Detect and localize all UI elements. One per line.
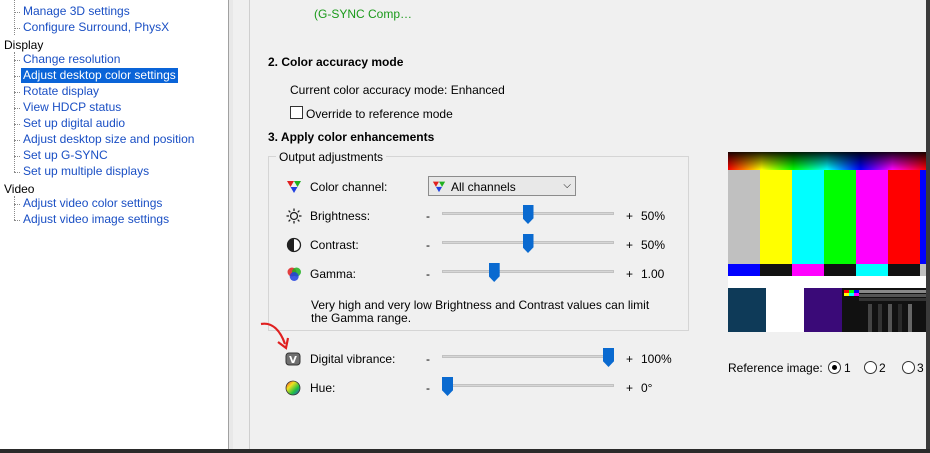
vibrance-value: 100% <box>641 352 672 366</box>
reference-option-1-label[interactable]: 1 <box>844 361 851 375</box>
test-pattern-graphic <box>728 152 926 332</box>
gamma-range-note: Very high and very low Brightness and Co… <box>311 298 650 312</box>
brightness-icon <box>286 208 302 224</box>
tree-connector <box>14 52 15 172</box>
chevron-down-icon: ⌵ <box>563 180 571 191</box>
tree-connector <box>14 220 20 221</box>
output-adjustments-title: Output adjustments <box>276 150 387 164</box>
reference-radio-1[interactable] <box>828 361 841 374</box>
window-edge <box>926 0 930 453</box>
all-channels-icon <box>432 181 446 193</box>
tree-item-change-resolution[interactable]: Change resolution <box>21 52 122 67</box>
section-color-enhancements-title: 3. Apply color enhancements <box>268 130 435 144</box>
tree-item-view-hdcp[interactable]: View HDCP status <box>21 100 123 115</box>
reference-radio-2[interactable] <box>864 361 877 374</box>
svg-text:V: V <box>289 355 297 366</box>
gamma-plus: + <box>626 267 634 281</box>
section-color-accuracy-title: 2. Color accuracy mode <box>268 55 404 69</box>
vibrance-plus: + <box>626 352 634 366</box>
tree-group-display[interactable]: Display <box>4 38 43 52</box>
tree-connector <box>14 196 15 220</box>
contrast-value: 50% <box>641 238 666 252</box>
vibrance-slider-track[interactable] <box>442 355 614 358</box>
tree-item-manage-3d[interactable]: Manage 3D settings <box>21 4 132 19</box>
hue-label: Hue: <box>310 381 336 395</box>
reference-option-2-label[interactable]: 2 <box>879 361 886 375</box>
tree-scrollbar[interactable] <box>233 0 250 453</box>
current-accuracy-mode: Current color accuracy mode: Enhanced <box>290 83 505 97</box>
brightness-minus: - <box>426 209 430 223</box>
color-channel-value: All channels <box>451 180 516 194</box>
tree-connector <box>14 172 20 173</box>
tree-connector <box>14 12 20 13</box>
gamma-range-note-line2: the Gamma range. <box>311 311 412 325</box>
tree-connector <box>14 124 20 125</box>
brightness-plus: + <box>626 209 634 223</box>
hue-icon <box>285 380 301 396</box>
vibrance-minus: - <box>426 352 430 366</box>
tree-connector <box>14 0 15 35</box>
brightness-label: Brightness: <box>310 209 371 223</box>
color-channel-label: Color channel: <box>310 180 388 194</box>
gamma-minus: - <box>426 267 430 281</box>
brightness-value: 50% <box>641 209 666 223</box>
tree-item-digital-audio[interactable]: Set up digital audio <box>21 116 127 131</box>
override-reference-checkbox[interactable] <box>290 106 303 119</box>
color-test-pattern <box>728 152 926 332</box>
contrast-label: Contrast: <box>310 238 359 252</box>
tree-item-gsync[interactable]: Set up G-SYNC <box>21 148 110 163</box>
contrast-plus: + <box>626 238 634 252</box>
hue-minus: - <box>426 381 430 395</box>
tree-connector <box>14 76 20 77</box>
navigation-tree: Manage 3D settings Configure Surround, P… <box>0 0 229 453</box>
gamma-icon <box>287 267 301 281</box>
color-channel-select[interactable]: All channels ⌵ <box>428 176 576 196</box>
tree-item-multiple-displays[interactable]: Set up multiple displays <box>21 164 151 179</box>
tree-item-adjust-desktop-color[interactable]: Adjust desktop color settings <box>21 68 178 83</box>
hue-value: 0° <box>641 381 653 395</box>
tree-item-video-color[interactable]: Adjust video color settings <box>21 196 164 211</box>
contrast-icon <box>286 237 302 253</box>
tree-connector <box>14 204 20 205</box>
tree-connector <box>14 60 20 61</box>
tree-connector <box>14 92 20 93</box>
tree-connector <box>14 28 20 29</box>
contrast-minus: - <box>426 238 430 252</box>
window-edge <box>0 449 930 453</box>
digital-vibrance-label: Digital vibrance: <box>310 352 396 366</box>
gamma-label: Gamma: <box>310 267 357 281</box>
tree-item-configure-surround[interactable]: Configure Surround, PhysX <box>21 20 171 35</box>
color-channel-icon <box>287 181 301 193</box>
display-1-subtitle[interactable]: (G-SYNC Comp… <box>314 7 412 21</box>
reference-radio-3[interactable] <box>902 361 915 374</box>
red-arrow-annotation <box>260 322 290 350</box>
hue-plus: + <box>626 381 634 395</box>
gamma-slider-track[interactable] <box>442 270 614 273</box>
gamma-value: 1.00 <box>641 267 665 281</box>
tree-item-rotate-display[interactable]: Rotate display <box>21 84 101 99</box>
tree-group-video[interactable]: Video <box>4 182 34 196</box>
digital-vibrance-icon: V <box>285 352 301 366</box>
tree-item-desktop-size[interactable]: Adjust desktop size and position <box>21 132 196 147</box>
override-reference-label[interactable]: Override to reference mode <box>306 107 453 121</box>
tree-item-video-image[interactable]: Adjust video image settings <box>21 212 171 227</box>
reference-image-label: Reference image: <box>728 361 823 375</box>
reference-option-3-label[interactable]: 3 <box>917 361 924 375</box>
hue-slider-track[interactable] <box>442 384 614 387</box>
tree-connector <box>14 140 20 141</box>
tree-connector <box>14 108 20 109</box>
tree-connector <box>14 156 20 157</box>
